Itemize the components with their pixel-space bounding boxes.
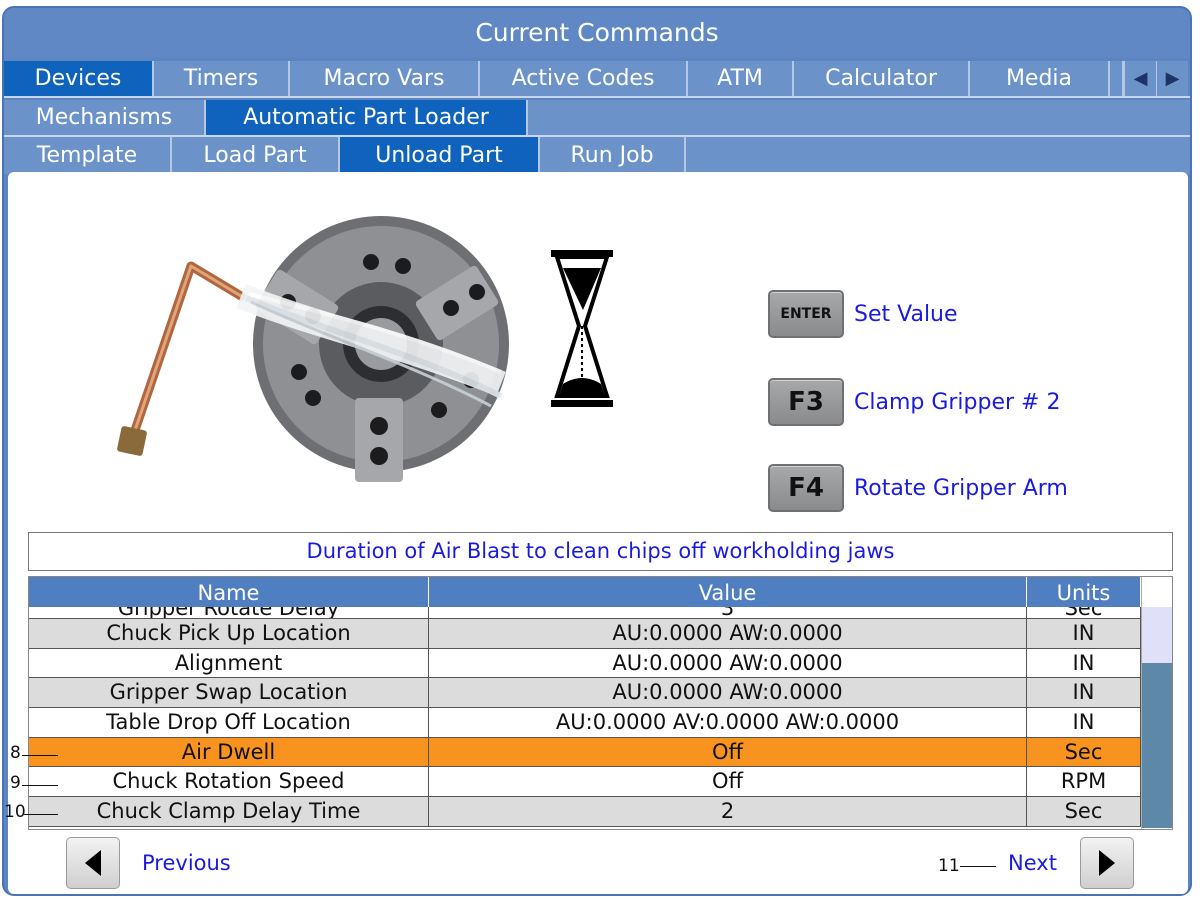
- air-nozzle-icon: [117, 261, 246, 456]
- arrow-right-icon: [1099, 850, 1115, 876]
- tab-load-part[interactable]: Load Part: [172, 137, 340, 174]
- current-commands-window: Current Commands Devices Timers Macro Va…: [2, 6, 1192, 896]
- callout-10-line: [24, 814, 58, 815]
- table-row[interactable]: Chuck Clamp Delay Time 2 Sec: [29, 797, 1141, 827]
- row-value: AU:0.0000 AW:0.0000: [429, 648, 1027, 678]
- table-row[interactable]: Chuck Pick Up Location AU:0.0000 AW:0.00…: [29, 619, 1141, 649]
- tab-overflow-partial[interactable]: [1110, 61, 1124, 96]
- row-name: Chuck Pick Up Location: [29, 619, 429, 648]
- row-value: AU:0.0000 AW:0.0000: [429, 619, 1027, 648]
- hourglass-icon: [551, 250, 613, 407]
- tab-run-job[interactable]: Run Job: [540, 137, 686, 174]
- row-units: Sec: [1027, 737, 1141, 767]
- f3-key-label: Clamp Gripper # 2: [854, 389, 1061, 415]
- callout-11: 11: [938, 856, 960, 876]
- callout-8: 8: [10, 743, 21, 763]
- tab-media[interactable]: Media: [970, 61, 1110, 96]
- callout-9: 9: [10, 773, 21, 793]
- setting-description: Duration of Air Blast to clean chips off…: [28, 532, 1173, 571]
- row-value: AU:0.0000 AW:0.0000: [429, 678, 1027, 708]
- row-value: 2: [429, 797, 1027, 826]
- table-row[interactable]: Chuck Rotation Speed Off RPM: [29, 767, 1141, 798]
- tab-row-filler: [686, 137, 1190, 174]
- tab-active-codes[interactable]: Active Codes: [480, 61, 688, 96]
- callout-8-line: [22, 755, 58, 756]
- f4-key-hint: F4 Rotate Gripper Arm: [768, 464, 1068, 512]
- tab-unload-part[interactable]: Unload Part: [340, 137, 540, 174]
- settings-table: Name Value Units Gripper Rotate Delay 3 …: [28, 576, 1173, 830]
- row-units: IN: [1027, 678, 1141, 708]
- tab-timers[interactable]: Timers: [154, 61, 290, 96]
- row-name: Air Dwell: [29, 737, 429, 767]
- column-header-units: Units: [1027, 577, 1141, 607]
- table-scrollbar[interactable]: [1141, 577, 1172, 829]
- window-title: Current Commands: [4, 8, 1190, 58]
- column-header-name: Name: [29, 577, 429, 607]
- tab-row-main: Devices Timers Macro Vars Active Codes A…: [4, 61, 1190, 98]
- row-name: Chuck Clamp Delay Time: [29, 797, 429, 826]
- tab-row-devices: Mechanisms Automatic Part Loader: [4, 100, 1190, 137]
- row-name: Chuck Rotation Speed: [29, 767, 429, 797]
- table-row[interactable]: Alignment AU:0.0000 AW:0.0000 IN: [29, 648, 1141, 679]
- row-units: IN: [1027, 619, 1141, 648]
- row-value: Off: [429, 767, 1027, 797]
- table-header: Name Value Units: [29, 577, 1141, 607]
- tab-scroll-left-button[interactable]: ◀: [1124, 61, 1156, 96]
- scrollbar-thumb[interactable]: [1142, 663, 1172, 828]
- scrollbar-track[interactable]: [1142, 607, 1172, 663]
- previous-button[interactable]: [66, 837, 120, 889]
- table-body: Gripper Rotate Delay 3 Sec Chuck Pick Up…: [29, 607, 1141, 827]
- tab-automatic-part-loader[interactable]: Automatic Part Loader: [206, 100, 528, 135]
- next-button[interactable]: [1080, 837, 1134, 889]
- row-units: Sec: [1027, 797, 1141, 826]
- row-name: Alignment: [29, 648, 429, 678]
- arrow-left-icon: [85, 850, 101, 876]
- enter-key-hint: ENTER Set Value: [768, 290, 958, 338]
- table-row-selected[interactable]: Air Dwell Off Sec: [29, 737, 1141, 768]
- chevron-right-icon: ▶: [1165, 68, 1180, 89]
- chevron-left-icon: ◀: [1133, 68, 1148, 89]
- table-row[interactable]: Table Drop Off Location AU:0.0000 AV:0.0…: [29, 708, 1141, 738]
- f3-key-hint: F3 Clamp Gripper # 2: [768, 378, 1060, 426]
- tab-mechanisms[interactable]: Mechanisms: [4, 100, 206, 135]
- callout-11-line: [960, 866, 996, 867]
- row-units: IN: [1027, 648, 1141, 678]
- callout-9-line: [22, 785, 58, 786]
- f3-key[interactable]: F3: [768, 378, 844, 426]
- tab-calculator[interactable]: Calculator: [794, 61, 970, 96]
- tab-scroll-right-button[interactable]: ▶: [1156, 61, 1188, 96]
- row-name: Gripper Rotate Delay: [29, 607, 429, 618]
- previous-label[interactable]: Previous: [142, 851, 231, 875]
- next-label[interactable]: Next: [1008, 851, 1057, 875]
- air-blast-chuck-illustration: [81, 184, 687, 522]
- row-units: RPM: [1027, 767, 1141, 797]
- row-name: Table Drop Off Location: [29, 708, 429, 737]
- tab-row-apl: Template Load Part Unload Part Run Job: [4, 137, 1190, 174]
- table-row[interactable]: Gripper Swap Location AU:0.0000 AW:0.000…: [29, 678, 1141, 709]
- content-panel: ENTER Set Value F3 Clamp Gripper # 2 F4 …: [4, 172, 1188, 894]
- tab-devices[interactable]: Devices: [4, 61, 154, 96]
- row-value: AU:0.0000 AV:0.0000 AW:0.0000: [429, 708, 1027, 737]
- enter-key[interactable]: ENTER: [768, 290, 844, 338]
- row-units: IN: [1027, 708, 1141, 737]
- tab-macro-vars[interactable]: Macro Vars: [290, 61, 480, 96]
- tab-row-filler: [528, 100, 1190, 135]
- f4-key-label: Rotate Gripper Arm: [854, 475, 1068, 501]
- enter-key-label: Set Value: [854, 301, 958, 327]
- f4-key[interactable]: F4: [768, 464, 844, 512]
- tab-atm[interactable]: ATM: [688, 61, 794, 96]
- row-value: Off: [429, 737, 1027, 767]
- callout-10: 10: [4, 802, 26, 822]
- row-name: Gripper Swap Location: [29, 678, 429, 708]
- column-header-value: Value: [429, 577, 1027, 607]
- row-units: Sec: [1027, 607, 1141, 618]
- row-value: 3: [429, 607, 1027, 618]
- table-row-partial[interactable]: Gripper Rotate Delay 3 Sec: [29, 607, 1141, 619]
- tab-template[interactable]: Template: [4, 137, 172, 174]
